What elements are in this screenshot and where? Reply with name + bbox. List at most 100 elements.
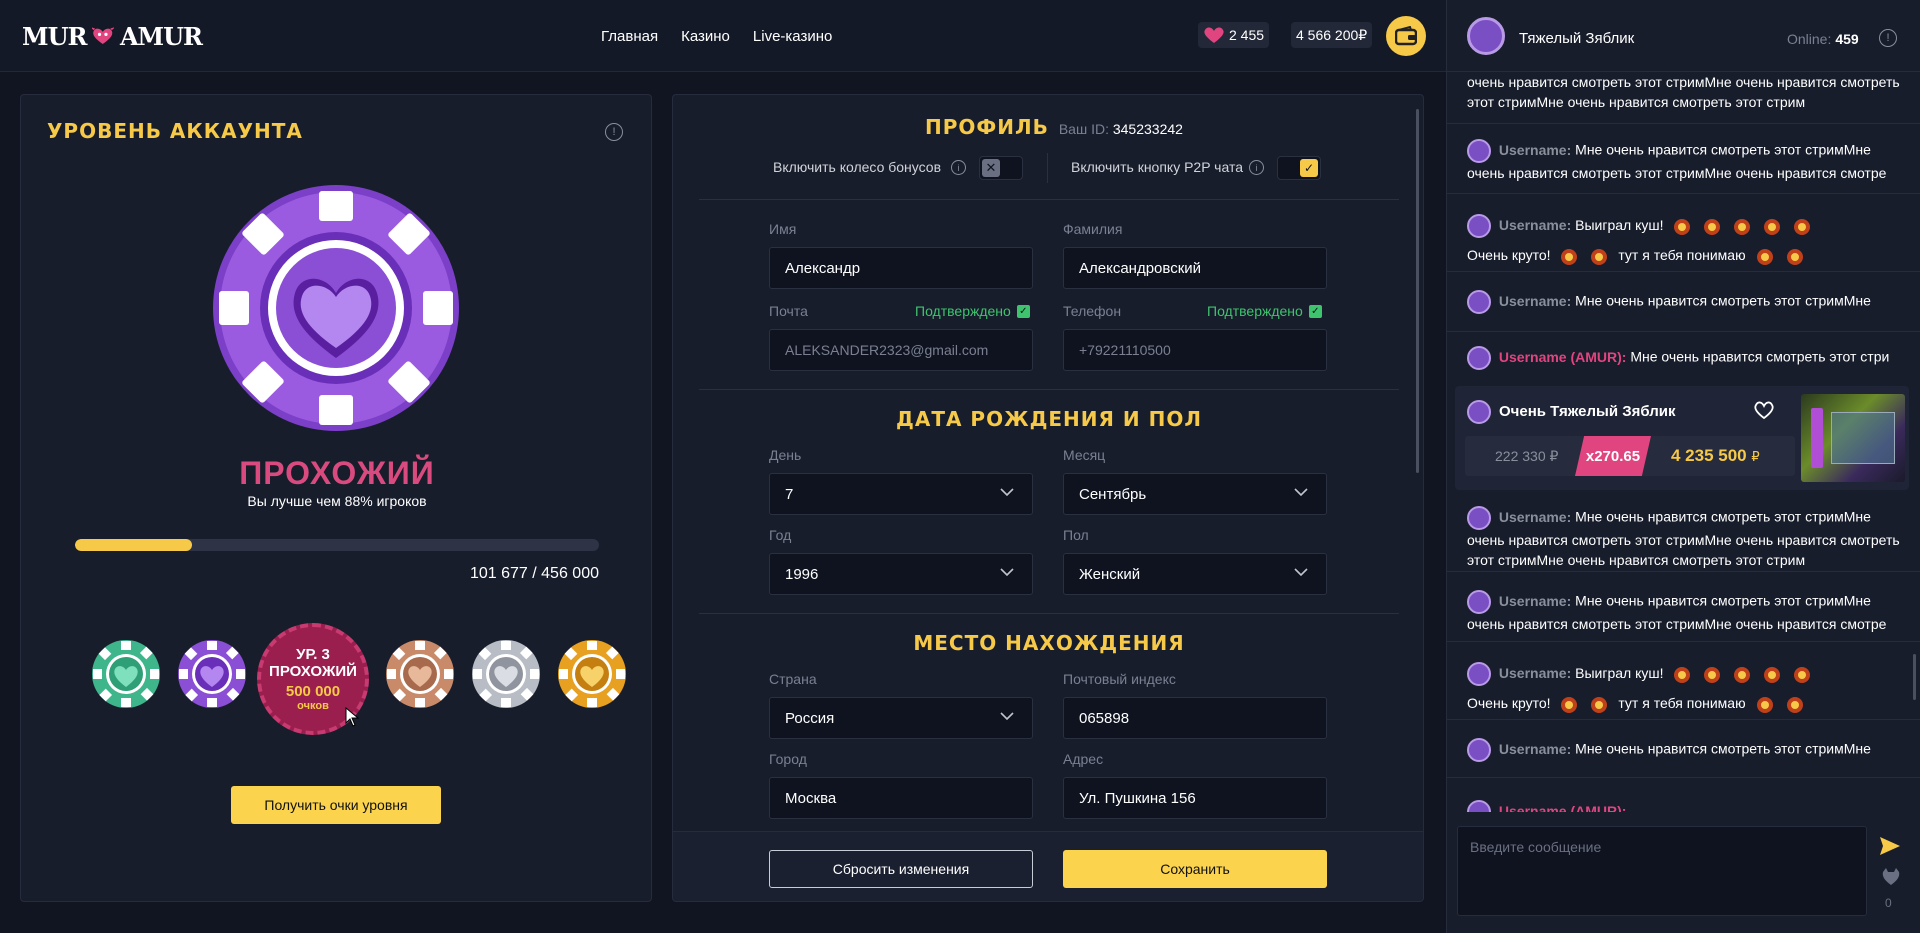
- last-name-field[interactable]: Александровский: [1063, 247, 1327, 289]
- level-chip-silver-icon[interactable]: [471, 639, 541, 709]
- address-field[interactable]: Ул. Пушкина 156: [1063, 777, 1327, 819]
- check-icon: ✓: [1016, 304, 1030, 318]
- avatar[interactable]: [1467, 290, 1491, 314]
- profile-id: Ваш ID: 345233242: [1058, 121, 1183, 137]
- emoji-icon: [1791, 664, 1813, 684]
- avatar[interactable]: [1467, 590, 1491, 614]
- phone-verified-badge: Подтверждено ✓: [1207, 303, 1322, 319]
- toggles-row: Включить колесо бонусов i ✕ Включить кно…: [673, 153, 1423, 183]
- bonus-balance[interactable]: 2 455: [1198, 22, 1270, 48]
- chat-message: Username: Мне очень нравится смотреть эт…: [1447, 498, 1920, 572]
- level-progress-bar: [75, 539, 599, 551]
- chat-message: Username: Мне очень нравится смотреть эт…: [1447, 272, 1920, 332]
- chat-message: Username (AMUR): Мне очень нравится смот…: [1447, 332, 1920, 384]
- chat-header: Тяжелый Зяблик Online: 459 !: [1447, 0, 1920, 72]
- online-counter: Online: 459: [1787, 31, 1859, 47]
- emoji-icon: [1784, 246, 1806, 266]
- emoji-icon: [1701, 216, 1723, 236]
- month-select[interactable]: Сентябрь: [1063, 473, 1327, 515]
- reset-changes-button[interactable]: Сбросить изменения: [769, 850, 1033, 888]
- win-card-user: Очень Тяжелый Зяблик: [1499, 403, 1676, 420]
- avatar[interactable]: [1467, 214, 1491, 239]
- get-level-points-button[interactable]: Получить очки уровня: [231, 786, 441, 824]
- emoji-icon: [1761, 664, 1783, 684]
- divider: [699, 613, 1399, 614]
- day-select[interactable]: 7: [769, 473, 1033, 515]
- info-icon[interactable]: !: [605, 123, 623, 141]
- chevron-down-icon: [1000, 488, 1014, 497]
- avatar[interactable]: [1467, 400, 1491, 424]
- account-level-panel: УРОВЕНЬ АККАУНТА ! ПРОХОЖИЙ Вы лучше чем…: [20, 94, 652, 902]
- level-chip-purple-icon[interactable]: [177, 639, 247, 709]
- first-name-label: Имя: [769, 221, 797, 237]
- month-label: Месяц: [1063, 447, 1106, 463]
- nav-home[interactable]: Главная: [601, 28, 658, 45]
- level-progress-fill: [75, 539, 192, 551]
- level-chip-gold-icon[interactable]: [557, 639, 627, 709]
- chat-panel: Тяжелый Зяблик Online: 459 ! очень нравит…: [1446, 0, 1920, 933]
- save-button[interactable]: Сохранить: [1063, 850, 1327, 888]
- nav-live-casino[interactable]: Live-казино: [753, 28, 832, 45]
- main-balance[interactable]: 4 566 200₽: [1291, 22, 1373, 48]
- rank-subtitle: Вы лучше чем 88% игроков: [247, 493, 427, 509]
- wallet-button[interactable]: [1386, 16, 1426, 56]
- avatar[interactable]: [1467, 738, 1491, 762]
- email-field[interactable]: ALEKSANDER2323@gmail.com: [769, 329, 1033, 371]
- level-chips: УР. 3 ПРОХОЖИЙ 500 000 очков: [69, 623, 626, 743]
- info-icon[interactable]: !: [1879, 29, 1897, 47]
- last-name-label: Фамилия: [1063, 221, 1123, 237]
- zip-field[interactable]: 065898: [1063, 697, 1327, 739]
- chevron-down-icon: [1000, 712, 1014, 721]
- chat-message-input[interactable]: Введите сообщение: [1457, 826, 1867, 916]
- toggle-p2p-chat[interactable]: ✓: [1277, 156, 1321, 180]
- divider: [699, 389, 1399, 390]
- info-icon[interactable]: i: [951, 160, 966, 175]
- char-counter: 0: [1885, 896, 1892, 910]
- avatar[interactable]: [1467, 506, 1491, 530]
- location-section-title: МЕСТО НАХОЖДЕНИЯ: [913, 631, 1185, 655]
- send-icon[interactable]: [1879, 836, 1901, 856]
- country-select[interactable]: Россия: [769, 697, 1033, 739]
- logo[interactable]: MUR AMUR: [22, 14, 203, 58]
- chat-message: Username: Выиграл куш! Очень круто! тут …: [1447, 642, 1920, 720]
- game-thumbnail[interactable]: [1801, 394, 1905, 482]
- chat-message: очень нравится смотреть этот стримМне оч…: [1447, 72, 1920, 124]
- first-name-field[interactable]: Александр: [769, 247, 1033, 289]
- toggle-p2p-label: Включить кнопку P2P чата: [1071, 159, 1243, 175]
- toggle-bonus-wheel-label: Включить колесо бонусов: [773, 159, 941, 175]
- level-chip-large-icon: [213, 185, 459, 431]
- birth-section-title: ДАТА РОЖДЕНИЯ И ПОЛ: [896, 407, 1202, 431]
- avatar[interactable]: [1467, 662, 1491, 687]
- chevron-down-icon: [1294, 488, 1308, 497]
- emoji-icon: [1731, 216, 1753, 236]
- country-label: Страна: [769, 671, 817, 687]
- emoji-picker-icon[interactable]: [1881, 866, 1901, 886]
- check-icon: ✓: [1308, 304, 1322, 318]
- avatar[interactable]: [1467, 346, 1491, 370]
- nav-casino[interactable]: Казино: [681, 28, 730, 45]
- check-icon: ✓: [1300, 159, 1318, 177]
- chat-scrollbar[interactable]: [1913, 654, 1916, 700]
- toggle-bonus-wheel[interactable]: ✕: [979, 156, 1023, 180]
- rank-name: ПРОХОЖИЙ: [239, 455, 435, 491]
- city-label: Город: [769, 751, 807, 767]
- chat-message: Username: Мне очень нравится смотреть эт…: [1447, 124, 1920, 194]
- year-select[interactable]: 1996: [769, 553, 1033, 595]
- info-icon[interactable]: i: [1249, 160, 1264, 175]
- big-win-card[interactable]: Очень Тяжелый Зяблик 222 330 ₽ x270.65 4…: [1455, 386, 1909, 490]
- zip-label: Почтовый индекс: [1063, 671, 1176, 687]
- avatar[interactable]: [1467, 139, 1491, 163]
- emoji-icon: [1588, 246, 1610, 266]
- gender-select[interactable]: Женский: [1063, 553, 1327, 595]
- city-field[interactable]: Москва: [769, 777, 1033, 819]
- phone-field[interactable]: +79221110500: [1063, 329, 1327, 371]
- emoji-icon: [1761, 216, 1783, 236]
- game-thumbnail-decor: [1831, 412, 1895, 464]
- level-chip-green-icon[interactable]: [91, 639, 161, 709]
- heart-icon[interactable]: [1753, 400, 1775, 420]
- level-chip-bronze-icon[interactable]: [385, 639, 455, 709]
- avatar[interactable]: [1467, 800, 1491, 812]
- heart-coin-icon: [1204, 27, 1224, 43]
- avatar[interactable]: [1467, 17, 1505, 55]
- emoji-icon: [1701, 664, 1723, 684]
